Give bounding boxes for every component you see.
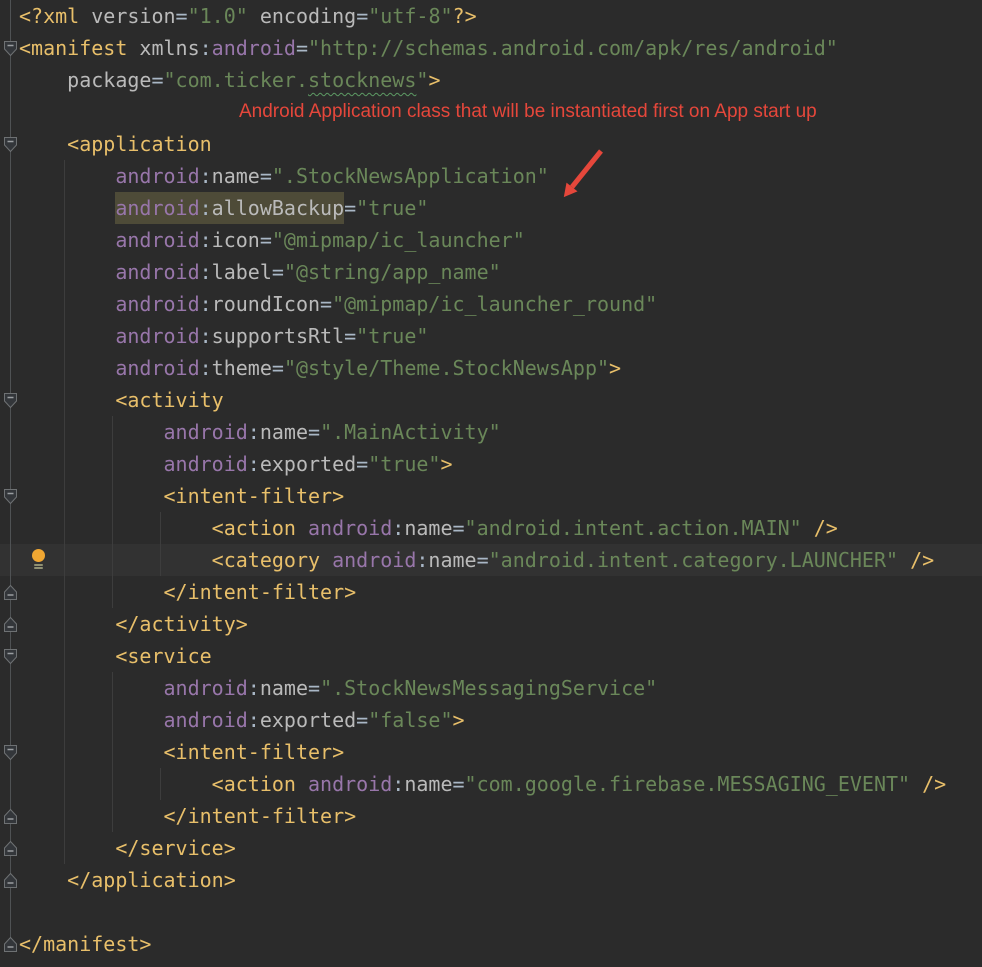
bulb-base	[34, 564, 43, 566]
fold-end-marker[interactable]	[3, 808, 18, 825]
fold-start-marker[interactable]	[3, 136, 18, 153]
fold-end-marker[interactable]	[3, 616, 18, 633]
fold-end-marker[interactable]	[3, 936, 18, 953]
fold-start-marker[interactable]	[3, 488, 18, 505]
bulb-glass	[32, 549, 45, 562]
code-editor: <?xml version="1.0" encoding="utf-8"?><m…	[0, 0, 982, 967]
fold-start-marker[interactable]	[3, 40, 18, 57]
fold-start-marker[interactable]	[3, 392, 18, 409]
bulb-base	[34, 567, 43, 569]
intention-bulb-icon[interactable]	[31, 549, 47, 573]
fold-end-marker[interactable]	[3, 872, 18, 889]
fold-end-marker[interactable]	[3, 840, 18, 857]
gutter	[0, 0, 982, 967]
fold-start-marker[interactable]	[3, 744, 18, 761]
fold-start-marker[interactable]	[3, 648, 18, 665]
fold-end-marker[interactable]	[3, 584, 18, 601]
